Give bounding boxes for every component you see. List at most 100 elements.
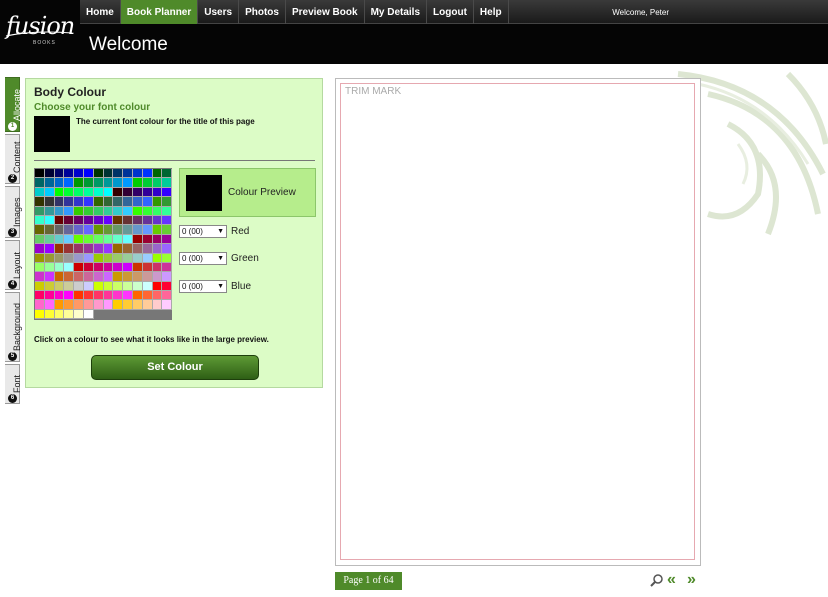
palette-swatch[interactable] <box>35 291 45 301</box>
palette-swatch[interactable] <box>123 215 133 226</box>
nav-logout[interactable]: Logout <box>427 0 474 24</box>
blue-select[interactable]: 0 (00) ▼ <box>179 279 227 293</box>
palette-swatch[interactable] <box>162 244 173 254</box>
palette-swatch[interactable] <box>142 300 153 310</box>
palette-swatch[interactable] <box>152 197 163 207</box>
palette-swatch[interactable] <box>123 178 133 188</box>
palette-swatch[interactable] <box>44 225 55 235</box>
palette-swatch[interactable] <box>132 187 143 198</box>
palette-swatch[interactable] <box>93 244 104 254</box>
nav-home[interactable]: Home <box>80 0 121 24</box>
palette-swatch[interactable] <box>103 197 114 207</box>
palette-swatch[interactable] <box>132 300 143 310</box>
palette-swatch[interactable] <box>103 178 114 188</box>
zoom-icon[interactable] <box>650 573 664 587</box>
tab-layout[interactable]: Layout 4 <box>5 240 22 290</box>
palette-swatch[interactable] <box>93 225 104 235</box>
palette-swatch[interactable] <box>113 253 124 263</box>
palette-swatch[interactable] <box>123 169 133 179</box>
palette-swatch[interactable] <box>74 225 84 235</box>
palette-swatch[interactable] <box>132 215 143 226</box>
palette-swatch[interactable] <box>44 234 55 245</box>
palette-swatch[interactable] <box>152 234 163 245</box>
palette-swatch[interactable] <box>113 215 124 226</box>
tab-background[interactable]: Background 5 <box>5 292 22 362</box>
palette-swatch[interactable] <box>54 225 65 235</box>
palette-swatch[interactable] <box>54 234 65 245</box>
palette-swatch[interactable] <box>74 281 84 292</box>
palette-swatch[interactable] <box>132 234 143 245</box>
palette-swatch[interactable] <box>83 178 94 188</box>
palette-swatch[interactable] <box>54 281 65 292</box>
palette-swatch[interactable] <box>35 187 45 198</box>
palette-swatch[interactable] <box>83 300 94 310</box>
palette-swatch[interactable] <box>113 262 124 273</box>
palette-swatch[interactable] <box>54 309 65 320</box>
palette-swatch[interactable] <box>54 300 65 310</box>
palette-swatch[interactable] <box>44 300 55 310</box>
palette-swatch[interactable] <box>162 291 173 301</box>
palette-swatch[interactable] <box>152 262 163 273</box>
palette-swatch[interactable] <box>162 281 173 292</box>
palette-swatch[interactable] <box>64 187 75 198</box>
palette-swatch[interactable] <box>142 206 153 216</box>
palette-swatch[interactable] <box>103 215 114 226</box>
tab-images[interactable]: Images 3 <box>5 186 22 238</box>
palette-swatch[interactable] <box>74 178 84 188</box>
nav-users[interactable]: Users <box>198 0 240 24</box>
palette-swatch[interactable] <box>113 225 124 235</box>
palette-swatch[interactable] <box>93 272 104 282</box>
palette-swatch[interactable] <box>152 169 163 179</box>
tab-content[interactable]: Content 2 <box>5 134 22 184</box>
palette-swatch[interactable] <box>103 281 114 292</box>
palette-swatch[interactable] <box>64 272 75 282</box>
palette-swatch[interactable] <box>93 169 104 179</box>
palette-swatch[interactable] <box>132 206 143 216</box>
palette-swatch[interactable] <box>152 272 163 282</box>
palette-swatch[interactable] <box>123 187 133 198</box>
palette-swatch[interactable] <box>162 253 173 263</box>
palette-swatch[interactable] <box>64 197 75 207</box>
palette-swatch[interactable] <box>64 215 75 226</box>
palette-swatch[interactable] <box>162 225 173 235</box>
palette-swatch[interactable] <box>142 187 153 198</box>
palette-swatch[interactable] <box>103 225 114 235</box>
palette-swatch[interactable] <box>44 187 55 198</box>
palette-swatch[interactable] <box>44 169 55 179</box>
nav-help[interactable]: Help <box>474 0 509 24</box>
palette-swatch[interactable] <box>142 178 153 188</box>
palette-swatch[interactable] <box>142 197 153 207</box>
palette-swatch[interactable] <box>142 272 153 282</box>
palette-swatch[interactable] <box>74 291 84 301</box>
previous-page-icon[interactable]: « <box>667 572 676 588</box>
palette-swatch[interactable] <box>83 215 94 226</box>
palette-swatch[interactable] <box>123 253 133 263</box>
palette-swatch[interactable] <box>93 291 104 301</box>
palette-swatch[interactable] <box>123 206 133 216</box>
palette-swatch[interactable] <box>132 262 143 273</box>
palette-swatch[interactable] <box>132 178 143 188</box>
palette-swatch[interactable] <box>44 197 55 207</box>
palette-swatch[interactable] <box>83 225 94 235</box>
palette-swatch[interactable] <box>123 272 133 282</box>
palette-swatch[interactable] <box>64 291 75 301</box>
nav-book-planner[interactable]: Book Planner <box>120 0 199 24</box>
palette-swatch[interactable] <box>83 169 94 179</box>
palette-swatch[interactable] <box>35 300 45 310</box>
palette-swatch[interactable] <box>103 253 114 263</box>
palette-swatch[interactable] <box>74 234 84 245</box>
palette-swatch[interactable] <box>152 178 163 188</box>
palette-swatch[interactable] <box>83 206 94 216</box>
palette-swatch[interactable] <box>74 300 84 310</box>
palette-swatch[interactable] <box>74 197 84 207</box>
palette-swatch[interactable] <box>74 253 84 263</box>
palette-swatch[interactable] <box>83 234 94 245</box>
palette-swatch[interactable] <box>74 206 84 216</box>
palette-swatch[interactable] <box>35 225 45 235</box>
palette-swatch[interactable] <box>93 262 104 273</box>
palette-swatch[interactable] <box>123 262 133 273</box>
palette-swatch[interactable] <box>35 197 45 207</box>
palette-swatch[interactable] <box>93 215 104 226</box>
tab-font[interactable]: Font 6 <box>5 364 22 404</box>
palette-swatch[interactable] <box>54 197 65 207</box>
